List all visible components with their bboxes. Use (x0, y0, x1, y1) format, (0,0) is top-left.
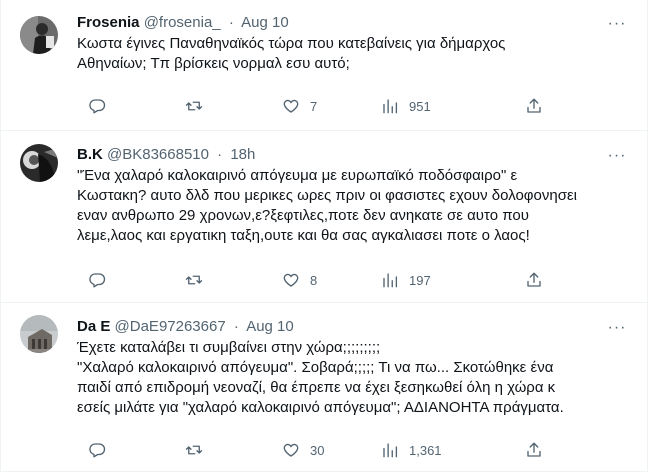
tweet[interactable]: Da E @DaE97263667 · Aug 10 Έχετε καταλάβ… (0, 303, 648, 472)
user-handle[interactable]: @DaE97263667 (115, 318, 226, 335)
tweet-text-line: "Ένα χαλαρό καλοκαιρινό απόγευμα με ευρω… (77, 167, 518, 184)
separator-dot: · (233, 318, 239, 335)
views-button[interactable]: 951 (381, 96, 431, 116)
share-button[interactable] (525, 270, 543, 290)
tweet-text-line: Κωστακη? αυτο δλδ που μερικες ωρες πριν … (77, 187, 577, 204)
like-button[interactable]: 7 (282, 96, 317, 116)
views-icon (383, 99, 398, 114)
views-button[interactable]: 197 (381, 270, 431, 290)
retweet-button[interactable] (185, 270, 203, 290)
tweet-text: Κωστα έγινες Παναθηναϊκός τώρα που κατεβ… (77, 34, 637, 74)
tweet[interactable]: Frosenia @frosenia_ · Aug 10 Κωστα έγινε… (0, 0, 648, 131)
tweet-text: Έχετε καταλάβει τι συμβαίνει στην χώρα;;… (77, 338, 637, 418)
tweet-actions: 30 1,361 (77, 440, 637, 460)
view-count: 197 (409, 272, 431, 288)
like-button[interactable]: 8 (282, 270, 317, 290)
tweet-text-line: "Χαλαρό καλοκαιρινό απόγευμα". Σοβαρά;;;… (77, 359, 554, 376)
tweet-text-line: εσείς μιλάτε για "χαλαρό καλοκαιρινό από… (77, 399, 564, 416)
retweet-icon (185, 445, 203, 455)
reply-button[interactable] (88, 270, 106, 290)
tweet-header: B.K @BK83668510 · 18h (77, 145, 637, 165)
heart-icon (283, 273, 299, 287)
views-icon (383, 443, 398, 458)
reply-icon (89, 273, 106, 288)
display-name[interactable]: Frosenia (77, 14, 140, 31)
user-handle[interactable]: @BK83668510 (107, 146, 209, 163)
view-count: 1,361 (409, 442, 442, 458)
share-icon (527, 98, 541, 113)
reply-icon (89, 443, 106, 458)
heart-icon (283, 443, 299, 457)
like-count: 30 (310, 442, 325, 458)
avatar[interactable] (20, 315, 58, 353)
tweet-text-line: εναν ανθρωπο 29 χρονων,ε?ξεφτιλες,ποτε δ… (77, 207, 529, 224)
like-count: 8 (310, 272, 318, 288)
user-handle[interactable]: @frosenia_ (144, 14, 221, 31)
retweet-button[interactable] (185, 440, 203, 460)
like-count: 7 (310, 98, 318, 114)
views-button[interactable]: 1,361 (381, 440, 442, 460)
tweet-text: "Ένα χαλαρό καλοκαιρινό απόγευμα με ευρω… (77, 166, 637, 246)
tweet-actions: 8 197 (77, 270, 637, 290)
more-icon[interactable]: ··· (607, 146, 627, 166)
more-icon[interactable]: ··· (607, 14, 627, 34)
display-name[interactable]: B.K (77, 146, 103, 163)
reply-button[interactable] (88, 440, 106, 460)
tweet-actions: 7 951 (77, 96, 637, 116)
share-icon (527, 442, 541, 457)
separator-dot: · (217, 146, 223, 163)
tweet-text-line: λεμε,λαος και εργατικη ταξη,ουτε και θα … (77, 227, 530, 244)
share-button[interactable] (525, 440, 543, 460)
timestamp[interactable]: 18h (230, 146, 255, 163)
tweet-text-line: Αθηναίων; Τπ βρίσκεις νορμαλ εσυ αυτό; (77, 55, 350, 72)
retweet-icon (185, 275, 203, 285)
display-name[interactable]: Da E (77, 318, 110, 335)
heart-icon (283, 99, 299, 113)
retweet-icon (185, 101, 203, 111)
tweet-text-line: παιδί από επιδρομή νεοναζί, θα έπρεπε να… (77, 379, 556, 396)
avatar[interactable] (20, 16, 58, 54)
share-button[interactable] (525, 96, 543, 116)
tweet-text-line: Έχετε καταλάβει τι συμβαίνει στην χώρα;;… (77, 339, 381, 356)
avatar[interactable] (20, 144, 58, 182)
separator-dot: · (228, 14, 234, 31)
reply-button[interactable] (88, 96, 106, 116)
tweet-header: Frosenia @frosenia_ · Aug 10 (77, 13, 637, 33)
timestamp[interactable]: Aug 10 (246, 318, 294, 335)
tweet-header: Da E @DaE97263667 · Aug 10 (77, 317, 637, 337)
view-count: 951 (409, 98, 431, 114)
share-icon (527, 272, 541, 287)
retweet-button[interactable] (185, 96, 203, 116)
reply-icon (89, 99, 106, 114)
more-icon[interactable]: ··· (607, 318, 627, 338)
tweet-text-line: Κωστα έγινες Παναθηναϊκός τώρα που κατεβ… (77, 35, 506, 52)
like-button[interactable]: 30 (282, 440, 324, 460)
views-icon (383, 273, 398, 288)
tweet[interactable]: B.K @BK83668510 · 18h "Ένα χαλαρό καλοκα… (0, 131, 648, 303)
timestamp[interactable]: Aug 10 (241, 14, 289, 31)
